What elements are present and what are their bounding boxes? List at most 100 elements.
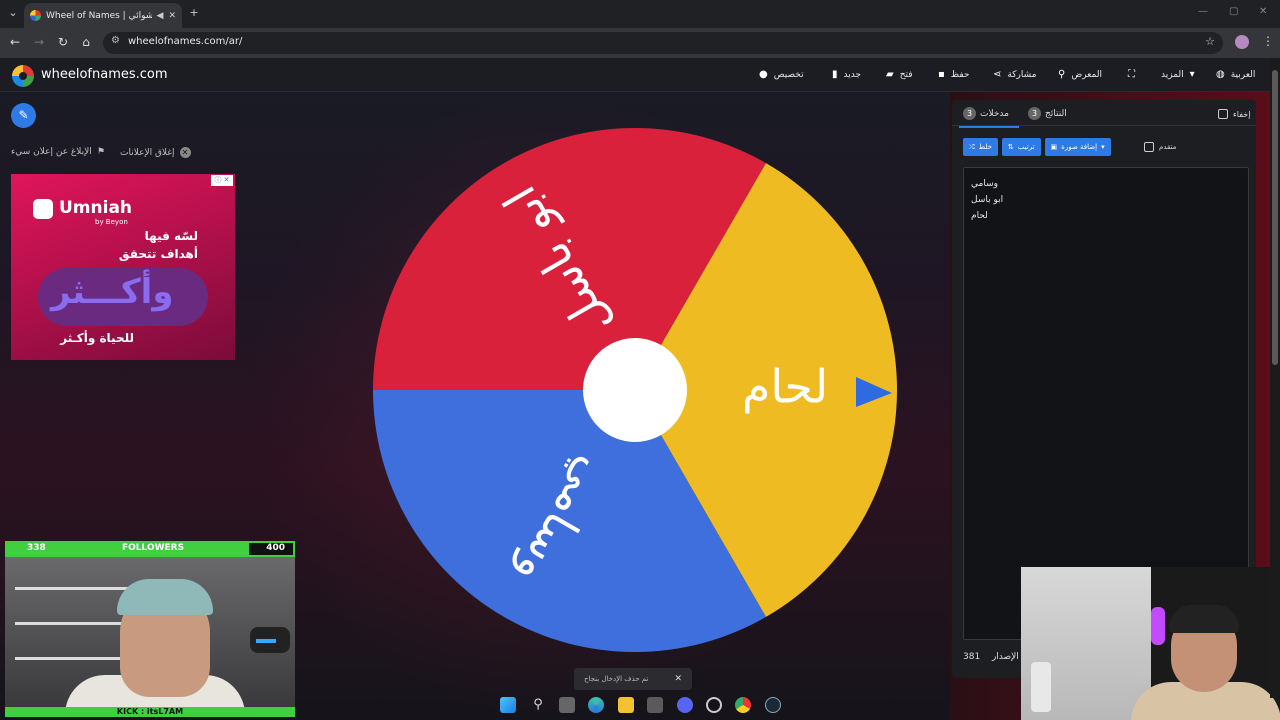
hide-checkbox[interactable] (1218, 109, 1228, 119)
url-text[interactable]: wheelofnames.com/ar/ (128, 36, 242, 47)
back-icon[interactable]: ← (7, 35, 23, 49)
file-icon: ▮ (832, 69, 838, 80)
report-ad-label: الإبلاغ عن إعلان سيء (11, 147, 92, 157)
steam-icon[interactable] (765, 697, 781, 713)
store-icon[interactable] (647, 697, 663, 713)
followers-goal-bar: 338 FOLLOWERS 400 (5, 541, 295, 557)
sort-label: ترتيب (1017, 143, 1035, 151)
browser-tab-bar: ⌄ Wheel of Names | العشوائي ◀ ✕ + — ▢ ✕ (0, 0, 1280, 28)
new-tab-icon[interactable]: + (186, 5, 202, 21)
menu-open[interactable]: ▰ فتح (886, 69, 913, 80)
forward-icon[interactable]: → (31, 35, 47, 49)
close-ads-label: إغلاق الإعلانات (120, 147, 175, 158)
close-ads-link[interactable]: إغلاق الإعلانات ✕ (120, 147, 191, 158)
page-scrollbar[interactable] (1270, 58, 1280, 698)
sort-icon: ⇅ (1007, 143, 1014, 151)
panel-tabs: إخفاء 3 النتائج 3 مدخلات (952, 100, 1256, 128)
shuffle-button[interactable]: ⤮ خلط (963, 138, 998, 156)
add-image-button[interactable]: ▣ إضافة صورة ▾ (1044, 138, 1111, 156)
save-icon: ▪ (938, 69, 945, 80)
browser-tab[interactable]: Wheel of Names | العشوائي ◀ ✕ (24, 3, 182, 28)
menu-customize[interactable]: ● تخصيص (759, 69, 804, 80)
logo-icon[interactable] (12, 65, 34, 87)
favicon-icon (30, 10, 41, 21)
toast-close-icon[interactable]: ✕ (674, 674, 682, 684)
menu-language-label: العربية (1230, 69, 1256, 80)
close-circle-icon: ✕ (179, 147, 191, 158)
advertisement[interactable]: ⓘ ✕ Umniah by Beyon لسّه فيها أهداف تتحق… (11, 174, 235, 360)
address-toolbar: ← → ↻ ⌂ ⚙ wheelofnames.com/ar/ ☆ ⋮ (0, 28, 1280, 58)
tab-title: Wheel of Names | العشوائي (46, 10, 152, 21)
palette-icon: ● (759, 69, 768, 80)
caret-down-icon: ▾ (1101, 143, 1105, 151)
app-icon[interactable] (706, 697, 722, 713)
fullscreen-icon[interactable]: ⛶ (1128, 69, 1135, 80)
speaker-icon[interactable]: ◀ (157, 11, 164, 21)
tab-results-label: النتائج (1045, 108, 1067, 119)
menu-share[interactable]: ⋖ مشاركة (993, 69, 1036, 80)
profile-avatar[interactable] (1235, 35, 1249, 49)
task-view-icon[interactable] (559, 697, 575, 713)
brand-name[interactable]: wheelofnames.com (41, 67, 168, 82)
hide-toggle[interactable]: إخفاء (1218, 109, 1250, 119)
advanced-label: متقدم (1159, 143, 1177, 151)
menu-customize-label: تخصيص (773, 69, 804, 80)
edit-pencil-button[interactable]: ✎ (11, 103, 36, 128)
ad-line-3: للحياة وأكـثر (60, 331, 134, 345)
globe-icon: ◍ (1216, 69, 1225, 80)
wheel-segment-label: لحام (742, 360, 828, 414)
reload-icon[interactable]: ↻ (55, 35, 71, 49)
toast-message: تم حذف الإدخال بنجاح (584, 675, 649, 683)
edge-icon[interactable] (588, 697, 604, 713)
share-icon: ⋖ (993, 69, 1002, 80)
close-window-icon[interactable]: ✕ (1259, 6, 1267, 17)
spin-wheel[interactable]: ابو باسلوساميلحام (372, 127, 898, 653)
entry-line[interactable]: وسامي (971, 176, 1241, 192)
omnibox[interactable]: ⚙ wheelofnames.com/ar/ ☆ (103, 32, 1223, 54)
maximize-icon[interactable]: ▢ (1229, 6, 1238, 17)
menu-save-label: حفظ (950, 69, 970, 80)
version-label: الإصدار (991, 652, 1019, 662)
results-count-badge: 3 (1028, 107, 1041, 120)
menu-gallery[interactable]: ⚲ المعرض (1058, 69, 1102, 80)
flag-icon: ⚑ (96, 147, 105, 157)
version-number: 381 (963, 652, 981, 662)
search-taskbar-icon[interactable]: ⚲ (530, 697, 546, 713)
menu-save[interactable]: ▪ حفظ (938, 69, 969, 80)
advanced-checkbox[interactable] (1144, 142, 1154, 152)
ad-brand: Umniah (59, 198, 133, 218)
ad-info-icon[interactable]: ⓘ ✕ (211, 175, 233, 186)
sort-button[interactable]: ⇅ ترتيب (1001, 138, 1041, 156)
report-ad-link[interactable]: الإبلاغ عن إعلان سيء ⚑ (11, 147, 105, 157)
entry-line[interactable]: لحام (971, 208, 1241, 224)
site-info-icon[interactable]: ⚙ (111, 35, 120, 46)
chrome-icon[interactable] (735, 697, 751, 713)
tab-entries[interactable]: 3 مدخلات (959, 107, 1019, 128)
menu-more[interactable]: ⛶ المزيد ▾ (1128, 69, 1195, 80)
minimize-icon[interactable]: — (1198, 6, 1208, 17)
followers-current: 338 (27, 543, 46, 553)
tab-search-icon[interactable]: ⌄ (5, 5, 21, 21)
microphone-icon (250, 627, 290, 653)
menu-language[interactable]: ◍ العربية (1216, 69, 1255, 80)
followers-goal: 400 (266, 543, 285, 553)
menu-more-label: المزيد (1161, 69, 1184, 80)
browser-menu-icon[interactable]: ⋮ (1262, 34, 1274, 48)
menu-gallery-label: المعرض (1071, 69, 1102, 80)
advanced-toggle[interactable]: متقدم (1144, 142, 1176, 152)
kick-handle: KICK : itsL7AM (5, 707, 295, 717)
wheel-center[interactable] (583, 338, 687, 442)
entry-line[interactable]: ابو باسل (971, 192, 1241, 208)
scrollbar-thumb[interactable] (1272, 70, 1278, 365)
close-tab-icon[interactable]: ✕ (168, 11, 176, 21)
discord-icon[interactable] (677, 697, 693, 713)
bookmark-star-icon[interactable]: ☆ (1205, 35, 1215, 48)
version-info: 381 الإصدار (963, 652, 1019, 662)
entry-tools: ⤮ خلط ⇅ ترتيب ▣ إضافة صورة ▾ (963, 138, 1111, 156)
webcam-streamer (5, 557, 295, 707)
menu-new[interactable]: ▮ جديد (832, 69, 861, 80)
start-icon[interactable] (500, 697, 516, 713)
file-explorer-icon[interactable] (618, 697, 634, 713)
home-icon[interactable]: ⌂ (78, 35, 94, 49)
tab-results[interactable]: 3 النتائج (1028, 107, 1067, 120)
